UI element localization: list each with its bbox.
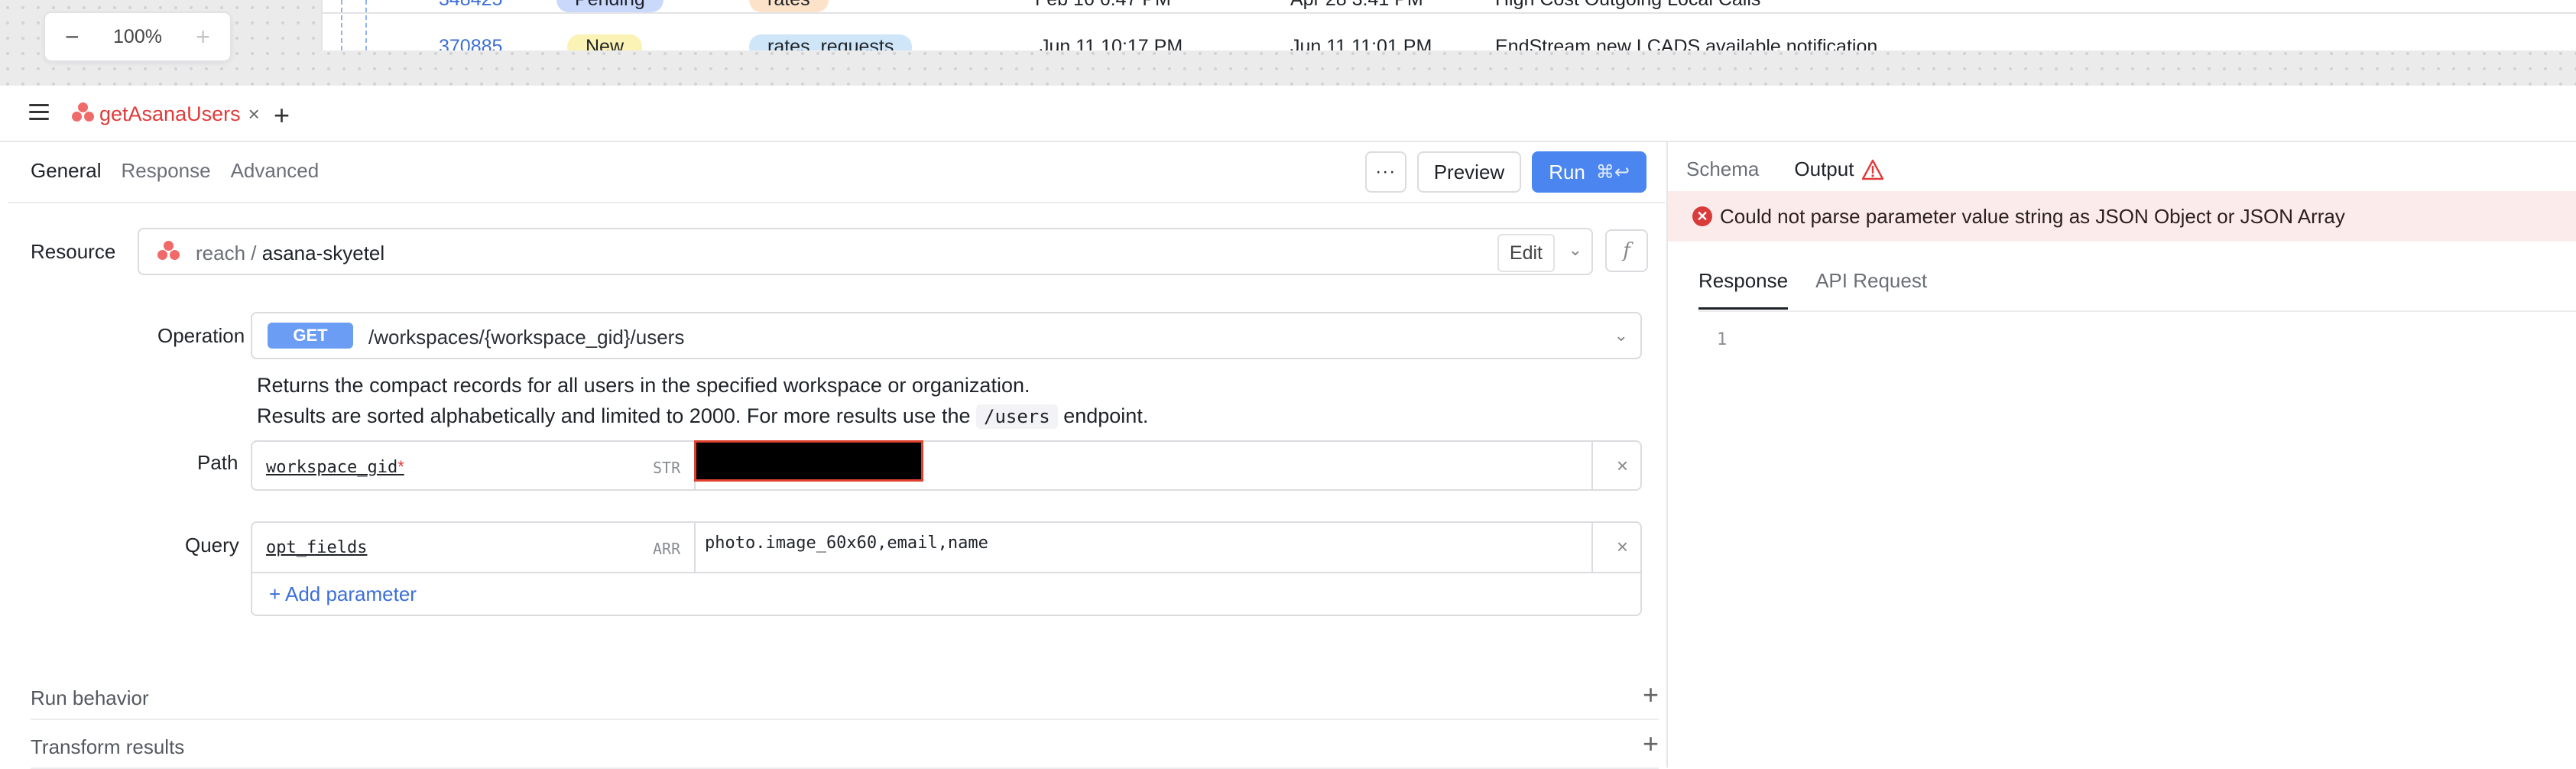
tab-schema[interactable]: Schema [1686,157,1759,181]
status-badge: New [567,34,643,50]
resource-select[interactable]: reach / asana-skyetel Edit ⌄ [138,228,1593,275]
created-date: Jun 11 10:17 PM [1040,36,1183,50]
row-description: High Cost Outgoing Local Calls [1495,0,1760,12]
zoom-out-button[interactable]: − [65,24,79,49]
tab-getasanausers[interactable]: getAsanaUsers × [70,101,260,127]
operation-description: Returns the compact records for all user… [257,370,1148,432]
operation-path: /workspaces/{workspace_gid}/users [368,326,685,349]
query-tab-bar: getAsanaUsers × + [0,86,2576,142]
tab-api-request[interactable]: API Request [1815,269,1927,293]
row-id-link[interactable]: 348425 [439,0,502,12]
row-id-link[interactable]: 370885 [439,34,502,50]
preview-button[interactable]: Preview [1416,151,1522,193]
resource-row: Resource reach / asana-skyetel Edit ⌄ f [31,228,1659,277]
resource-name-text: reach / asana-skyetel [196,242,384,265]
http-method-badge: GET [268,323,353,349]
path-param-row: workspace_gid* STR × [251,440,1642,491]
section-title: Transform results [31,735,185,758]
output-tabs: Schema Output [1686,157,1885,198]
divider [694,523,696,572]
description-text: Results are sorted alphabetically and li… [257,404,971,427]
section-title: Run behavior [31,686,149,709]
asana-logo-icon [70,102,96,125]
row-description: EndStream new LCADS available notificati… [1495,36,1878,50]
chevron-down-icon[interactable]: ⌄ [1614,326,1628,346]
remove-param-icon[interactable]: × [1617,454,1628,478]
divider [1591,523,1593,572]
resource-prefix: reach / [196,242,257,264]
status-badge: Pending [556,0,663,12]
inline-code: /users [976,404,1058,429]
error-banner: ✕ Could not parse parameter value string… [1668,191,2576,242]
param-key[interactable]: opt_fields [266,538,367,557]
fx-toggle-button[interactable]: f [1605,229,1648,272]
line-number: 1 [1717,330,1728,349]
edit-resource-button[interactable]: Edit [1497,234,1555,272]
error-icon: ✕ [1692,206,1712,226]
resource-label: Resource [31,240,116,263]
zoom-control: − 100% + [44,11,232,62]
param-value-input[interactable]: photo.image_60x60,email,name [705,534,988,553]
updated-date: Apr 28 3:41 PM [1290,0,1423,12]
query-param-box: opt_fields ARR photo.image_60x60,email,n… [251,521,1642,616]
tag-badge: rates_requests [749,34,913,50]
expand-icon[interactable]: + [1643,679,1659,711]
zoom-level: 100% [113,25,162,47]
run-shortcut: ⌘↩ [1595,161,1630,183]
updated-date: Jun 11 11:01 PM [1290,36,1432,50]
query-editor: General Response Advanced ··· Preview Ru… [8,142,1665,769]
run-behavior-section[interactable]: Run behavior + [31,671,1659,720]
chevron-down-icon[interactable]: ⌄ [1569,240,1582,260]
editor-toolbar: ··· Preview Run ⌘↩ [1364,151,1646,193]
tab-output[interactable]: Output [1794,157,1885,198]
query-label: Query [185,534,239,556]
divider [8,202,1665,203]
param-key: workspace_gid* [266,457,404,477]
background-table: 348425 Pending rates Feb 16 6:47 PM Apr … [321,0,2576,50]
created-date: Feb 16 6:47 PM [1035,0,1171,12]
canvas-background: − 100% + 348425 Pending rates Feb 16 6:4… [0,0,2576,86]
param-type: STR [653,459,681,477]
more-options-button[interactable]: ··· [1364,151,1406,193]
close-icon[interactable]: × [248,102,260,126]
operation-select[interactable]: GET /workspaces/{workspace_gid}/users ⌄ [251,312,1642,359]
tab-response-output[interactable]: Response [1698,269,1789,310]
tab-general[interactable]: General [31,159,102,183]
description-line-2: Results are sorted alphabetically and li… [257,401,1148,432]
run-button[interactable]: Run ⌘↩ [1532,151,1646,193]
tag-badge: rates [749,0,829,12]
param-key-text: workspace_gid [266,458,398,477]
tab-label: getAsanaUsers [99,102,241,125]
required-marker: * [397,457,404,476]
operation-label: Operation [157,324,245,347]
expand-icon[interactable]: + [1643,728,1659,760]
divider [252,572,1640,573]
description-line-1: Returns the compact records for all user… [257,374,1030,397]
tab-response[interactable]: Response [122,159,211,183]
add-parameter-button[interactable]: + Add parameter [269,582,417,606]
remove-param-icon[interactable]: × [1617,535,1628,559]
tab-output-label: Output [1794,157,1854,180]
error-message: Could not parse parameter value string a… [1720,204,2345,228]
zoom-in-button[interactable]: + [196,24,210,49]
description-text-end: endpoint. [1063,404,1149,427]
warning-icon [1862,159,1884,180]
new-tab-button[interactable]: + [274,99,290,131]
run-label: Run [1549,160,1585,183]
path-label: Path [197,451,238,474]
divider [1591,442,1593,489]
table-row[interactable]: 370885 New rates_requests Jun 11 10:17 P… [323,34,2576,50]
table-row[interactable]: 348425 Pending rates Feb 16 6:47 PM Apr … [323,0,2576,14]
editor-tabs: General Response Advanced [31,159,319,183]
hamburger-icon[interactable] [29,104,49,121]
response-tabs: Response API Request [1698,269,1927,310]
tab-advanced[interactable]: Advanced [231,159,320,183]
asana-logo-icon [156,241,182,264]
divider [1698,310,2576,312]
param-type: ARR [653,540,681,558]
output-panel: Schema Output ✕ Could not parse paramete… [1666,142,2576,767]
transform-results-section[interactable]: Transform results + [31,720,1659,769]
redacted-value-field[interactable] [694,440,923,482]
resource-name: asana-skyetel [261,242,385,264]
